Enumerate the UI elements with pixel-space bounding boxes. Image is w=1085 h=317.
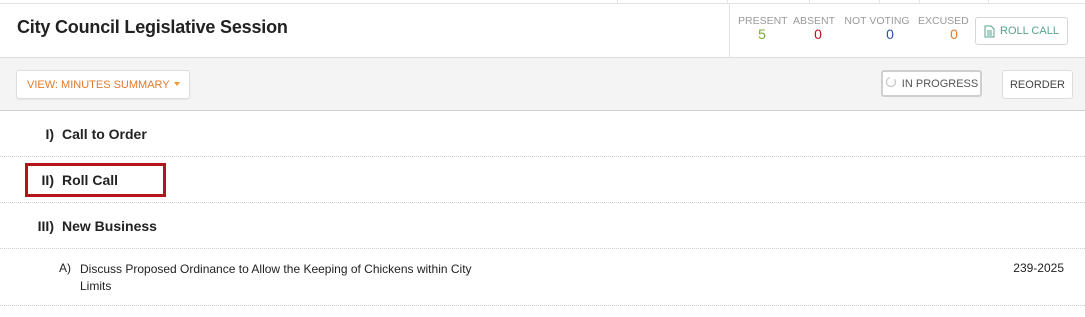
agenda-list: I) Call to Order II) Roll Call III) New … bbox=[0, 111, 1085, 306]
absent-stat: ABSENT 0 bbox=[792, 15, 836, 42]
session-status-badge[interactable]: IN PROGRESS bbox=[881, 70, 982, 97]
agenda-sub-item-title: Discuss Proposed Ordinance to Allow the … bbox=[80, 262, 472, 293]
page-title: City Council Legislative Session bbox=[17, 17, 288, 37]
roll-call-button[interactable]: ROLL CALL bbox=[975, 17, 1068, 45]
not-voting-stat: NOT VOTING 0 bbox=[843, 15, 911, 42]
roll-call-button-label: ROLL CALL bbox=[1000, 25, 1059, 37]
agenda-item-title: Call to Order bbox=[62, 126, 147, 142]
agenda-toolbar: VIEW: MINUTES SUMMARY IN PROGRESS REORDE… bbox=[0, 58, 1085, 111]
present-count: 5 bbox=[758, 26, 766, 42]
session-header: City Council Legislative Session PRESENT… bbox=[0, 4, 1085, 58]
agenda-item[interactable]: III) New Business bbox=[0, 203, 1085, 249]
excused-stat: EXCUSED 0 bbox=[918, 15, 969, 42]
agenda-sub-item[interactable]: A) Discuss Proposed Ordinance to Allow t… bbox=[0, 249, 1085, 306]
document-list-icon bbox=[984, 25, 995, 38]
agenda-sub-item-reference: 239-2025 bbox=[1013, 261, 1064, 275]
spinner-icon bbox=[885, 76, 897, 91]
attendance-summary: PRESENT 5 ABSENT 0 NOT VOTING 0 EXCUSED … bbox=[729, 4, 1085, 58]
agenda-item-title: New Business bbox=[62, 218, 157, 234]
excused-count: 0 bbox=[950, 26, 958, 42]
agenda-sub-item-number: A) bbox=[59, 261, 71, 275]
session-status-label: IN PROGRESS bbox=[901, 77, 979, 90]
agenda-item-number: I) bbox=[45, 126, 54, 142]
agenda-item-number: III) bbox=[37, 218, 54, 234]
excused-label: EXCUSED bbox=[918, 15, 969, 27]
reorder-button[interactable]: REORDER bbox=[1002, 70, 1073, 99]
absent-count: 0 bbox=[814, 26, 822, 42]
not-voting-label: NOT VOTING bbox=[844, 15, 910, 27]
reorder-button-label: REORDER bbox=[1009, 78, 1065, 91]
view-mode-dropdown[interactable]: VIEW: MINUTES SUMMARY bbox=[16, 70, 190, 99]
view-mode-label: VIEW: MINUTES SUMMARY bbox=[27, 78, 170, 91]
roll-call-highlight bbox=[25, 163, 166, 197]
not-voting-count: 0 bbox=[886, 26, 894, 42]
present-stat: PRESENT 5 bbox=[738, 15, 788, 42]
agenda-item[interactable]: I) Call to Order bbox=[0, 111, 1085, 157]
caret-down-icon bbox=[174, 82, 180, 86]
